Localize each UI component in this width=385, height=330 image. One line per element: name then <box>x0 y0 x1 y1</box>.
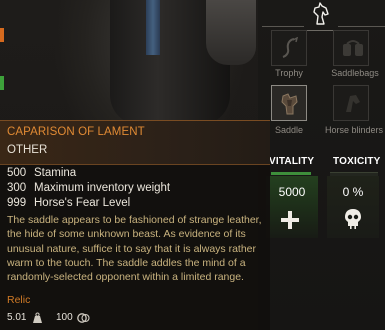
horse-blinders-slot[interactable] <box>333 85 369 121</box>
attribute-value: 500 <box>7 167 27 179</box>
attribute-value: 300 <box>7 182 27 194</box>
attribute-row: 500 Stamina <box>7 167 76 179</box>
item-description: The saddle appears to be fashioned of st… <box>7 214 262 284</box>
toxicity-label: TOXICITY <box>333 156 381 167</box>
item-weight: 5.01 <box>7 312 27 323</box>
saddlebags-label: Saddlebags <box>331 68 379 78</box>
horse-tab[interactable] <box>304 0 338 31</box>
attribute-label: Stamina <box>34 167 77 179</box>
coins-icon <box>77 313 90 323</box>
side-marker-orange <box>0 28 4 42</box>
attribute-label: Maximum inventory weight <box>34 182 171 194</box>
saddle-icon <box>281 93 298 115</box>
saddlebags-slot[interactable] <box>333 30 369 66</box>
skull-icon <box>345 209 361 229</box>
attribute-row: 999 Horse's Fear Level <box>7 197 130 209</box>
weight-icon <box>33 312 42 323</box>
item-type: OTHER <box>7 144 48 156</box>
trophy-label: Trophy <box>275 68 303 78</box>
item-name: CAPARISON OF LAMENT <box>7 126 145 138</box>
vitality-bar <box>271 172 311 175</box>
vitality-value: 5000 <box>278 185 306 199</box>
character-leg <box>146 0 160 55</box>
plus-icon <box>281 211 299 229</box>
item-price: 100 <box>56 312 73 323</box>
attribute-row: 300 Maximum inventory weight <box>7 182 170 194</box>
toxicity-value: 0 % <box>342 185 364 199</box>
vitality-label: VITALITY <box>269 156 315 167</box>
tab-divider-right <box>338 26 385 27</box>
horse-head-icon <box>313 2 329 25</box>
item-rarity: Relic <box>7 294 31 306</box>
attribute-value: 999 <box>7 197 27 209</box>
blinders-icon <box>346 95 360 112</box>
saddlebags-icon <box>343 40 363 56</box>
side-marker-green <box>0 76 4 90</box>
saddle-label: Saddle <box>274 125 304 135</box>
trophy-icon <box>282 37 299 58</box>
character-arm <box>206 0 256 65</box>
trophy-slot[interactable] <box>271 30 307 66</box>
tab-divider-left <box>262 26 304 27</box>
saddle-slot[interactable] <box>271 85 307 121</box>
horse-blinders-label: Horse blinders <box>324 125 384 135</box>
attribute-label: Horse's Fear Level <box>34 197 131 209</box>
